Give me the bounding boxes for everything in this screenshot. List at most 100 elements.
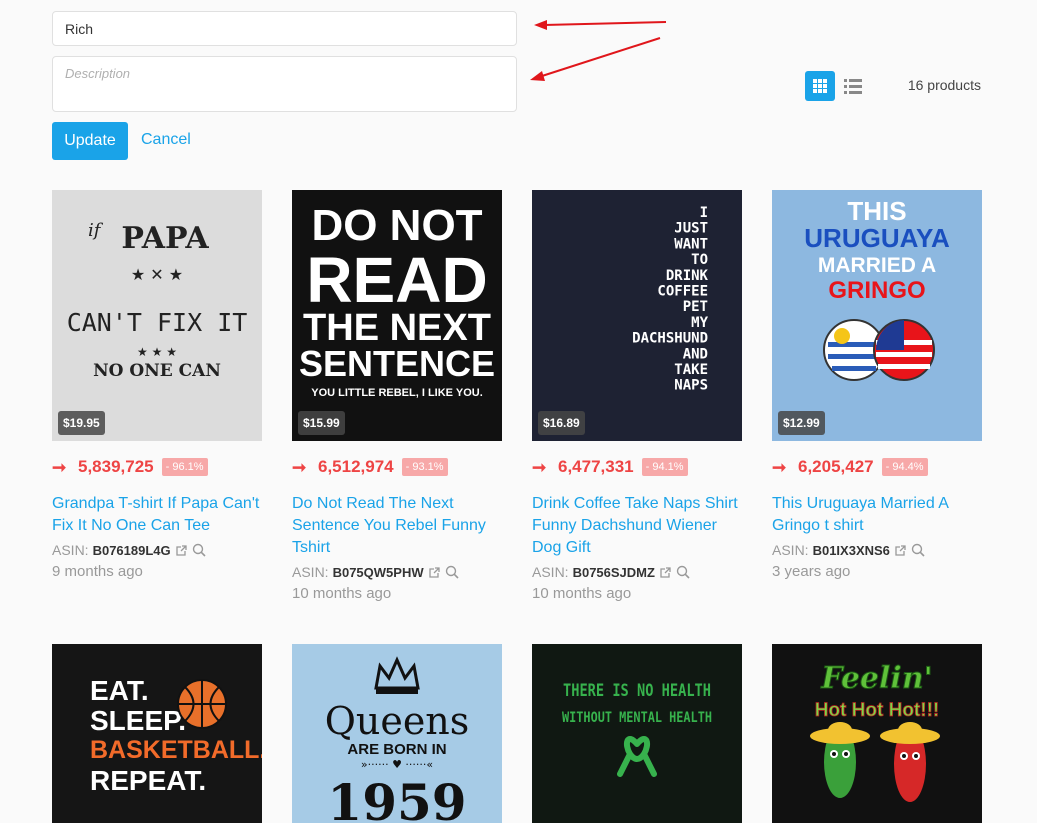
artwork-text: COFFEE bbox=[657, 284, 708, 300]
asin-value: B075QW5PHW bbox=[332, 564, 424, 580]
asin-label: ASIN: bbox=[772, 542, 809, 558]
artwork-text: »······ ♥ ······« bbox=[361, 758, 433, 771]
usa-flag-icon bbox=[873, 319, 935, 381]
artwork-text: Hot Hot Hot!!! bbox=[815, 700, 940, 721]
artwork-text: NO ONE CAN bbox=[93, 361, 221, 381]
product-image[interactable]: THIS URUGUAYA MARRIED A GRINGO $12.99 bbox=[772, 190, 982, 441]
time-ago: 10 months ago bbox=[532, 585, 632, 602]
rank-change-badge: - 94.1% bbox=[641, 458, 688, 476]
search-icon[interactable] bbox=[911, 543, 925, 557]
search-icon[interactable] bbox=[192, 543, 206, 557]
artwork-text: THIS bbox=[847, 196, 906, 226]
product-image[interactable]: EAT. SLEEP. BASKETBALL. REPEAT. bbox=[52, 644, 262, 823]
trend-arrow-icon: ➞ bbox=[52, 457, 67, 477]
product-card: I JUST WANT TO DRINK COFFEE PET MY DACHSHUND AND T… bbox=[532, 190, 742, 602]
rank-change-badge: - 96.1% bbox=[161, 458, 208, 476]
artwork-text: GRINGO bbox=[828, 277, 925, 304]
product-card: EAT. SLEEP. BASKETBALL. REPEAT. bbox=[52, 644, 262, 823]
artwork-text: READ bbox=[306, 244, 487, 316]
artwork-text: 1959 bbox=[327, 773, 466, 823]
artwork-text: EAT. bbox=[90, 675, 149, 706]
annotation-arrowhead-description bbox=[530, 71, 545, 81]
artwork-text: MARRIED A bbox=[818, 254, 936, 277]
product-card: THERE IS NO HEALTH WITHOUT MENTAL HEALTH bbox=[532, 644, 742, 823]
artwork-text: Feelin' bbox=[820, 661, 933, 696]
asin-label: ASIN: bbox=[292, 564, 329, 580]
artwork-text: BASKETBALL. bbox=[90, 736, 262, 764]
asin-row: ASIN: B01IX3XNS6 bbox=[772, 540, 982, 560]
annotation-arrows bbox=[530, 20, 667, 81]
grid-view-button[interactable] bbox=[805, 71, 835, 101]
artwork-text: JUST bbox=[674, 221, 708, 237]
product-image[interactable]: if PAPA ★ ✕ ★ CAN'T FIX IT ★ ★ ★ NO ONE … bbox=[52, 190, 262, 441]
trend-arrow-icon: ➞ bbox=[532, 457, 547, 477]
external-link-icon[interactable] bbox=[894, 544, 907, 557]
product-title-link[interactable]: Do Not Read The Next Sentence You Rebel … bbox=[292, 493, 502, 559]
product-title-link[interactable]: This Uruguaya Married A Gringo t shirt bbox=[772, 493, 982, 537]
artwork-text: DRINK bbox=[666, 268, 709, 284]
artwork-text: ★ ✕ ★ bbox=[131, 265, 183, 284]
product-artwork: Feelin' Hot Hot Hot!!! bbox=[772, 644, 982, 823]
asin-row: ASIN: B0756SJDMZ bbox=[532, 562, 742, 582]
asin-value: B01IX3XNS6 bbox=[812, 542, 890, 558]
external-link-icon[interactable] bbox=[428, 566, 441, 579]
time-ago: 9 months ago bbox=[52, 563, 143, 580]
artwork-text: ★ ★ ★ bbox=[137, 345, 177, 359]
artwork-text: MY bbox=[691, 315, 708, 331]
rank-value: 6,477,331 bbox=[558, 457, 634, 476]
rank-value: 6,512,974 bbox=[318, 457, 394, 476]
product-title-link[interactable]: Grandpa T-shirt If Papa Can't Fix It No … bbox=[52, 493, 262, 537]
product-image[interactable]: DO NOT READ THE NEXT SENTENCE YOU LITTLE… bbox=[292, 190, 502, 441]
artwork-text: YOU LITTLE REBEL, I LIKE YOU. bbox=[311, 387, 483, 399]
page: Update Cancel 16 products if PAPA bbox=[0, 0, 1037, 823]
product-artwork: THERE IS NO HEALTH WITHOUT MENTAL HEALTH bbox=[532, 644, 742, 823]
product-image[interactable]: Queens ARE BORN IN »······ ♥ ······« 195… bbox=[292, 644, 502, 823]
time-ago: 10 months ago bbox=[292, 585, 392, 602]
rank-change-badge: - 93.1% bbox=[401, 458, 448, 476]
search-icon[interactable] bbox=[676, 565, 690, 579]
rank-change-badge: - 94.4% bbox=[881, 458, 928, 476]
external-link-icon[interactable] bbox=[175, 544, 188, 557]
product-artwork: IJUSTWANTTODRINKCOFFEEPETMYDACHSHUNDANDT… bbox=[532, 190, 742, 441]
sales-rank: ➞ 6,477,331 - 94.1% bbox=[532, 457, 742, 477]
asin-row: ASIN: B075QW5PHW bbox=[292, 562, 502, 582]
sales-rank: ➞ 5,839,725 - 96.1% bbox=[52, 457, 262, 477]
artwork-text: WITHOUT MENTAL HEALTH bbox=[562, 710, 712, 726]
artwork-text: TO bbox=[691, 252, 708, 268]
artwork-text: SLEEP. bbox=[90, 705, 186, 736]
annotation-arrow-description bbox=[541, 37, 661, 77]
artwork-text: URUGUAYA bbox=[804, 223, 950, 253]
artwork-text: NAPS bbox=[674, 378, 708, 394]
artwork-text: REPEAT. bbox=[90, 765, 206, 796]
product-artwork: Queens ARE BORN IN »······ ♥ ······« 195… bbox=[292, 644, 502, 823]
product-count: 16 products bbox=[907, 77, 981, 93]
external-link-icon[interactable] bbox=[659, 566, 672, 579]
description-field[interactable] bbox=[52, 56, 517, 112]
artwork-text: SENTENCE bbox=[299, 343, 495, 384]
artwork-text: PAPA bbox=[121, 221, 209, 256]
search-icon[interactable] bbox=[445, 565, 459, 579]
cancel-link[interactable]: Cancel bbox=[141, 131, 191, 149]
artwork-text: ARE BORN IN bbox=[347, 741, 446, 758]
artwork-text: THERE IS NO HEALTH bbox=[563, 681, 711, 701]
product-image[interactable]: I JUST WANT TO DRINK COFFEE PET MY DACHSHUND AND T… bbox=[532, 190, 742, 441]
artwork-text: WANT bbox=[674, 236, 708, 252]
list-view-button[interactable] bbox=[838, 71, 868, 101]
price-badge: $19.95 bbox=[58, 411, 105, 435]
product-title-link[interactable]: Drink Coffee Take Naps Shirt Funny Dachs… bbox=[532, 493, 742, 559]
product-artwork: THIS URUGUAYA MARRIED A GRINGO bbox=[772, 190, 982, 441]
trend-arrow-icon: ➞ bbox=[292, 457, 307, 477]
name-input[interactable] bbox=[52, 11, 517, 46]
artwork-text: I bbox=[700, 205, 708, 221]
product-card: THIS URUGUAYA MARRIED A GRINGO $12.99 ➞ … bbox=[772, 190, 982, 580]
product-artwork: if PAPA ★ ✕ ★ CAN'T FIX IT ★ ★ ★ NO ONE … bbox=[52, 190, 262, 441]
grid-icon bbox=[813, 79, 827, 93]
product-image[interactable]: THERE IS NO HEALTH WITHOUT MENTAL HEALTH bbox=[532, 644, 742, 823]
product-image[interactable]: Feelin' Hot Hot Hot!!! bbox=[772, 644, 982, 823]
price-badge: $15.99 bbox=[298, 411, 345, 435]
basketball-icon bbox=[177, 679, 227, 729]
asin-label: ASIN: bbox=[52, 542, 89, 558]
asin-row: ASIN: B076189L4G bbox=[52, 540, 262, 560]
update-button[interactable]: Update bbox=[52, 122, 128, 160]
asin-value: B076189L4G bbox=[92, 542, 171, 558]
